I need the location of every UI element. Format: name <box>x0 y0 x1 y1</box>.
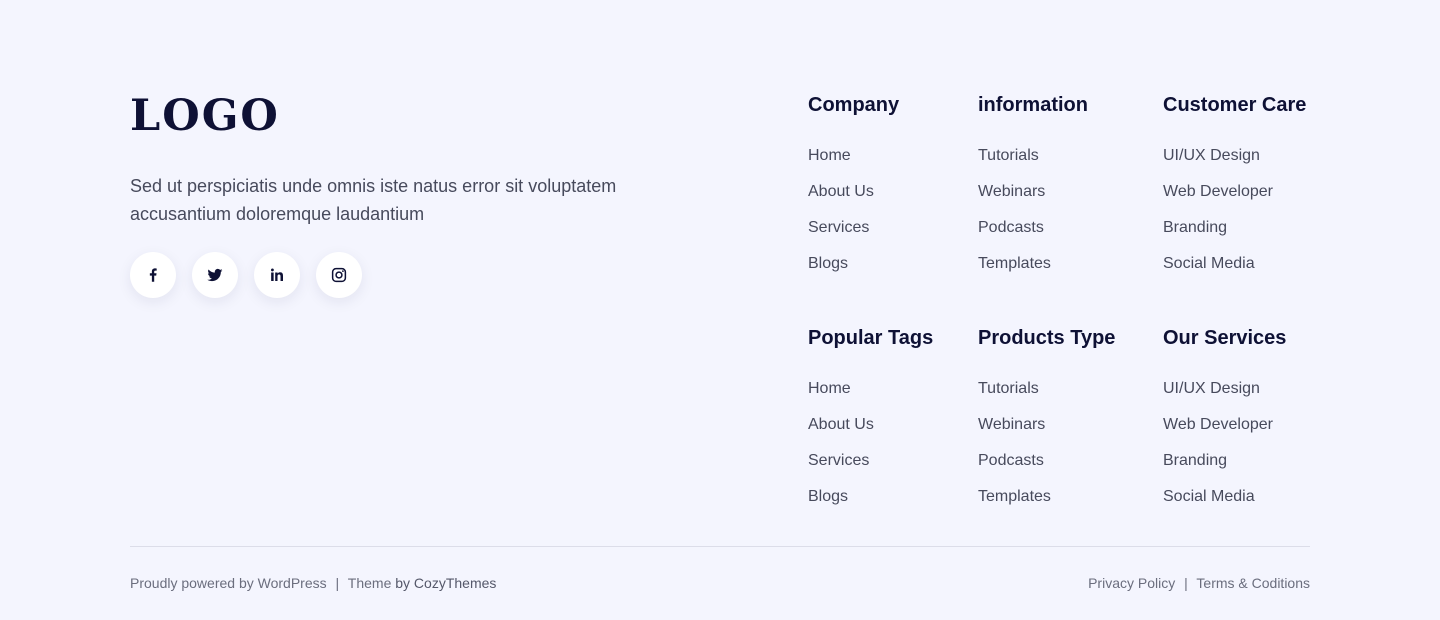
footer-column-information: information Tutorials Webinars Podcasts … <box>978 93 1088 290</box>
footer-link-podcasts[interactable]: Podcasts <box>978 451 1044 471</box>
footer-link-about-us[interactable]: About Us <box>808 182 874 202</box>
footer-link-tutorials[interactable]: Tutorials <box>978 379 1039 399</box>
terms-link[interactable]: Terms & Coditions <box>1196 575 1310 591</box>
social-links <box>130 252 690 298</box>
separator: | <box>1184 575 1188 591</box>
footer-link-branding[interactable]: Branding <box>1163 218 1227 238</box>
column-title: Customer Care <box>1163 94 1307 116</box>
footer-link-home[interactable]: Home <box>808 146 851 166</box>
footer-link-services[interactable]: Services <box>808 218 869 238</box>
instagram-icon <box>330 266 348 284</box>
privacy-policy-link[interactable]: Privacy Policy <box>1088 575 1175 591</box>
footer-link-tutorials[interactable]: Tutorials <box>978 146 1039 166</box>
footer-column-customer-care: Customer Care UI/UX Design Web Developer… <box>1163 93 1306 290</box>
linkedin-button[interactable] <box>254 252 300 298</box>
footer-link-services[interactable]: Services <box>808 451 869 471</box>
logo[interactable]: LOGO <box>130 95 690 138</box>
footer-link-webinars[interactable]: Webinars <box>978 182 1045 202</box>
footer-column-our-services: Our Services UI/UX Design Web Developer … <box>1163 326 1286 523</box>
footer-column-products-type: Products Type Tutorials Webinars Podcast… <box>978 326 1115 523</box>
footer-link-web-developer[interactable]: Web Developer <box>1163 415 1273 435</box>
footer-divider <box>130 546 1310 547</box>
footer-link-social-media[interactable]: Social Media <box>1163 254 1255 274</box>
footer-link-blogs[interactable]: Blogs <box>808 254 848 274</box>
separator: | <box>335 575 340 591</box>
footer-brand: LOGO Sed ut perspiciatis unde omnis iste… <box>130 95 690 298</box>
footer-link-social-media[interactable]: Social Media <box>1163 487 1255 507</box>
footer-link-blogs[interactable]: Blogs <box>808 487 848 507</box>
theme-author-link[interactable]: by CozyThemes <box>395 575 496 591</box>
copyright-bar: Proudly powered by WordPress | Theme by … <box>130 574 496 592</box>
column-title: Company <box>808 94 900 116</box>
footer-link-webinars[interactable]: Webinars <box>978 415 1045 435</box>
footer-link-branding[interactable]: Branding <box>1163 451 1227 471</box>
footer-link-podcasts[interactable]: Podcasts <box>978 218 1044 238</box>
footer-column-popular-tags: Popular Tags Home About Us Services Blog… <box>808 326 933 523</box>
theme-label: Theme <box>347 575 392 591</box>
column-title: Products Type <box>978 327 1116 349</box>
footer-column-company: Company Home About Us Services Blogs <box>808 93 899 290</box>
footer-link-templates[interactable]: Templates <box>978 487 1051 507</box>
column-title: Our Services <box>1163 327 1287 349</box>
column-title: Popular Tags <box>808 327 934 349</box>
footer-link-ui-ux-design[interactable]: UI/UX Design <box>1163 379 1260 399</box>
legal-links: Privacy Policy | Terms & Coditions <box>1088 574 1310 592</box>
brand-description: Sed ut perspiciatis unde omnis iste natu… <box>130 176 617 224</box>
twitter-icon <box>206 266 224 284</box>
footer-link-templates[interactable]: Templates <box>978 254 1051 274</box>
footer-link-ui-ux-design[interactable]: UI/UX Design <box>1163 146 1260 166</box>
wordpress-link[interactable]: Proudly powered by WordPress <box>130 575 327 591</box>
facebook-button[interactable] <box>130 252 176 298</box>
instagram-button[interactable] <box>316 252 362 298</box>
column-title: information <box>978 94 1088 116</box>
footer-link-web-developer[interactable]: Web Developer <box>1163 182 1273 202</box>
linkedin-icon <box>268 266 286 284</box>
facebook-icon <box>144 266 162 284</box>
twitter-button[interactable] <box>192 252 238 298</box>
footer-link-home[interactable]: Home <box>808 379 851 399</box>
footer-link-about-us[interactable]: About Us <box>808 415 874 435</box>
